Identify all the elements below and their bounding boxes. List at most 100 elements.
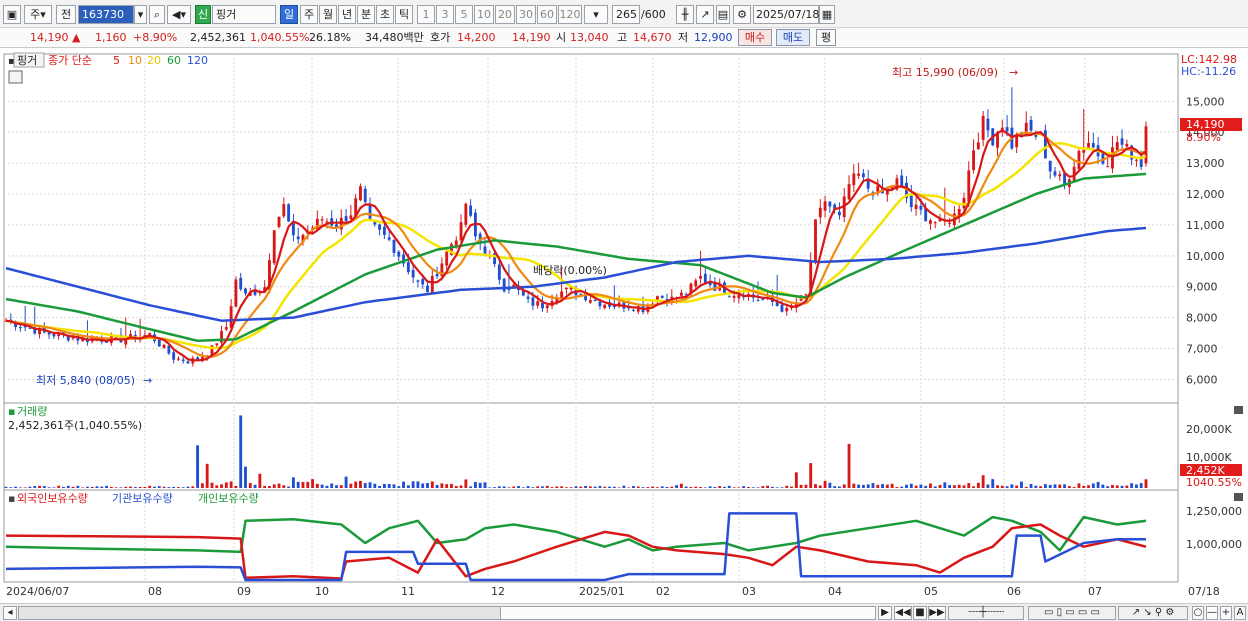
sell-button[interactable]: 매도 <box>776 29 810 46</box>
volume-panel <box>3 402 1179 491</box>
interval-5[interactable]: 5 <box>455 5 473 24</box>
interval-dropdown[interactable]: ▾ <box>584 5 608 24</box>
period-second-tab[interactable]: 초 <box>376 5 394 24</box>
volume-bar <box>847 443 851 488</box>
stock-name-field[interactable]: 핑거 <box>212 5 276 24</box>
candle-body <box>847 184 851 200</box>
volume-bar <box>703 487 707 488</box>
calendar-icon[interactable]: ▦ <box>819 5 835 24</box>
candle-body <box>1053 171 1057 176</box>
market-button[interactable]: 주▾ <box>24 5 52 24</box>
stock-code-input[interactable]: 163730 <box>78 5 134 24</box>
interval-10[interactable]: 10 <box>474 5 494 24</box>
stock-chart[interactable]: ▪ 핑거 종가 단순 5 10 20 60 120 LC:142.98 HC:-… <box>0 48 1248 603</box>
candle-body <box>632 309 635 311</box>
volume-bar <box>143 487 147 488</box>
zoom-in-button[interactable]: + <box>1220 606 1232 620</box>
gear-icon[interactable]: ⚙ <box>733 5 751 24</box>
volume-bar <box>215 485 219 488</box>
volume-bar <box>507 487 511 488</box>
volume-bar <box>234 485 238 488</box>
nav-rewind-button[interactable]: ◀◀ <box>894 606 912 620</box>
candle-body <box>823 201 827 211</box>
candle-body <box>1048 160 1052 172</box>
interval-1[interactable]: 1 <box>417 5 435 24</box>
legend-ma5[interactable]: 5 <box>113 54 120 67</box>
volume-bar <box>66 485 70 488</box>
interval-20[interactable]: 20 <box>495 5 515 24</box>
volume-bar <box>1005 486 1009 488</box>
layout-icon[interactable]: ▣ <box>3 5 21 24</box>
candle-body <box>694 280 698 287</box>
period-tick-tab[interactable]: 틱 <box>395 5 413 24</box>
legend-ma120[interactable]: 120 <box>187 54 208 67</box>
nav-play-button[interactable]: ▶ <box>878 606 892 620</box>
new-badge[interactable]: 신 <box>195 5 211 24</box>
volume-bar <box>622 485 626 488</box>
grid-toggle-icon[interactable] <box>8 70 23 84</box>
volume-bar <box>651 486 655 488</box>
price-info-bar: 14,190 ▲ 1,160 +8.90% 2,452,361 1,040.55… <box>0 28 1248 48</box>
volume-bar <box>493 487 497 488</box>
period-minute-tab[interactable]: 분 <box>357 5 375 24</box>
sound-icon[interactable]: ◀▾ <box>167 5 191 24</box>
volume-bar <box>646 487 650 488</box>
nav-stop-button[interactable]: ■ <box>913 606 927 620</box>
period-week-tab[interactable]: 주 <box>300 5 318 24</box>
candle-body <box>598 301 602 307</box>
interval-30[interactable]: 30 <box>516 5 536 24</box>
volume-panel-close-icon[interactable] <box>1234 406 1243 414</box>
prev-button[interactable]: 전 <box>56 5 76 24</box>
candle-body <box>785 307 789 312</box>
zoom-reset-button[interactable]: ○ <box>1192 606 1204 620</box>
code-dropdown-icon[interactable]: ▾ <box>134 5 147 24</box>
volume-bar <box>727 485 731 488</box>
candle-body <box>373 222 377 225</box>
chart-canvas[interactable]: ▪ 핑거 종가 단순 5 10 20 60 120 LC:142.98 HC:-… <box>0 48 1248 603</box>
candle-body <box>349 215 353 220</box>
interval-60[interactable]: 60 <box>537 5 557 24</box>
high-label: 고 <box>617 31 628 44</box>
eval-button[interactable]: 평 <box>816 29 836 46</box>
drawing-tools-icon[interactable]: ▭ ▯ ▭ ▭ ▭ <box>1028 606 1116 620</box>
search-icon[interactable]: ⌕ <box>149 5 165 24</box>
zoom-out-button[interactable]: — <box>1206 606 1218 620</box>
period-month-tab[interactable]: 월 <box>319 5 337 24</box>
interval-3[interactable]: 3 <box>436 5 454 24</box>
volume-bar <box>708 486 712 488</box>
candle-body <box>162 344 166 349</box>
buy-button[interactable]: 매수 <box>738 29 772 46</box>
save-icon[interactable]: ▤ <box>716 5 730 24</box>
flow-panel-close-icon[interactable] <box>1234 493 1243 501</box>
scroll-thumb[interactable] <box>500 606 876 620</box>
count-input[interactable]: 265 <box>612 5 640 24</box>
candle-body <box>378 224 382 230</box>
volume-pct-label: 1040.55% <box>1186 476 1242 489</box>
price-change: 1,160 <box>95 31 127 44</box>
volume-bar <box>512 486 516 488</box>
scroll-left-icon[interactable]: ◂ <box>3 606 17 620</box>
legend-ma20[interactable]: 20 <box>147 54 161 67</box>
interval-120[interactable]: 120 <box>558 5 582 24</box>
candle-body <box>392 239 396 253</box>
zoom-slider[interactable]: ┈┈┼┈┈┈ <box>948 606 1024 620</box>
period-year-tab[interactable]: 년 <box>338 5 356 24</box>
period-day-tab[interactable]: 일 <box>280 5 298 24</box>
candle-body <box>229 306 233 328</box>
candle-body <box>780 304 784 312</box>
candle-body <box>239 277 243 290</box>
candle-body <box>761 298 765 300</box>
legend-ma10[interactable]: 10 <box>128 54 142 67</box>
nav-forward-button[interactable]: ▶▶ <box>928 606 946 620</box>
price-tick-label: 7,000 <box>1186 343 1218 356</box>
volume-bar <box>1020 481 1023 488</box>
candle-body <box>857 173 861 176</box>
auto-scale-button[interactable]: A <box>1234 606 1246 620</box>
candle-body <box>900 175 904 187</box>
legend-ma60[interactable]: 60 <box>167 54 181 67</box>
volume-bar <box>306 481 310 488</box>
date-input[interactable]: 2025/07/18 <box>753 5 819 24</box>
candle-type-icon[interactable]: ╫ <box>676 5 694 24</box>
chart-tools-icon[interactable]: ↗ ↘ ⚲ ⚙ <box>1118 606 1188 620</box>
drawing-tool-icon[interactable]: ↗ <box>696 5 714 24</box>
